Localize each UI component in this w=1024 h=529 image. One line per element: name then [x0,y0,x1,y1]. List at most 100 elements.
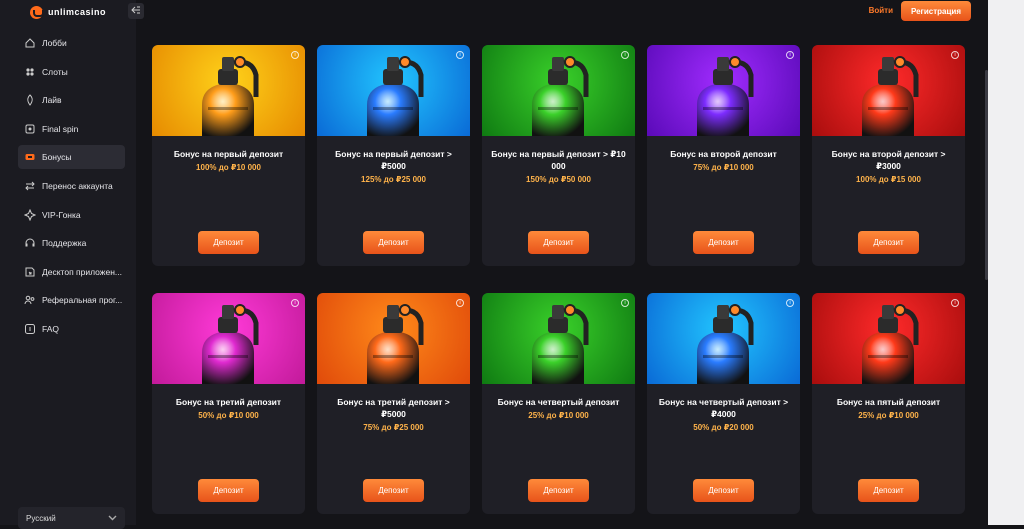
bonus-icon [24,151,36,163]
bonus-title: Бонус на второй депозит > ₽3000 [831,149,946,171]
sidebar-item-label: Final spin [42,123,79,134]
gas-canister-illustration [532,304,589,384]
sidebar-item-label: Слоты [42,66,68,77]
bonus-image[interactable]: i [482,293,635,384]
bonus-card: i Бонус на третий депозит > ₽5000 75% до ₽… [317,293,470,514]
bonus-subtitle: 50% до ₽10 000 [198,411,259,420]
bonus-card: i Бонус на первый депозит > ₽5000 125% до … [317,45,470,266]
info-icon[interactable]: i [456,51,464,59]
deposit-button[interactable]: Депозит [198,231,259,254]
bonus-image[interactable]: i [482,45,635,136]
info-icon[interactable]: i [291,299,299,307]
bonus-image[interactable]: i [152,293,305,384]
bonus-subtitle: 100% до ₽10 000 [196,163,261,172]
info-icon[interactable]: i [456,299,464,307]
info-icon[interactable]: i [621,299,629,307]
bonus-image[interactable]: i [647,293,800,384]
sidebar-item-5[interactable]: Перенос аккаунта [18,174,125,198]
vip-icon [24,208,36,221]
bonus-subtitle: 75% до ₽25 000 [363,423,424,432]
bonus-subtitle: 150% до ₽50 000 [526,175,591,184]
gas-canister-illustration [697,56,754,136]
window-edge [988,0,1024,525]
bonus-subtitle: 25% до ₽10 000 [858,411,919,420]
bonus-image[interactable]: i [812,45,965,136]
sidebar-item-label: Лобби [42,38,67,48]
sidebar-item-10[interactable]: FAQ [18,317,125,341]
bonus-card: i Бонус на четвертый депозит 25% до ₽10 00… [482,293,635,514]
deposit-button[interactable]: Депозит [528,479,589,502]
sidebar-item-label: Поддержка [42,238,87,249]
deposit-button[interactable]: Депозит [858,479,919,502]
bonus-card: i Бонус на первый депозит 100% до ₽10 000 Д… [152,45,305,266]
bonus-image[interactable]: i [317,293,470,384]
sidebar-item-4[interactable]: Бонусы [18,145,125,170]
bonus-image[interactable]: i [812,293,965,384]
info-icon[interactable]: i [291,51,299,59]
language-select[interactable]: Русский [18,507,125,529]
bonus-image[interactable]: i [152,45,305,136]
sidebar-item-3[interactable]: Final spin [18,117,125,141]
deposit-button[interactable]: Депозит [693,231,754,254]
sidebar-item-7[interactable]: Поддержка [18,231,125,255]
sidebar-item-0[interactable]: Лобби [18,31,125,55]
collapse-sidebar-button[interactable] [128,3,144,19]
gas-canister-illustration [202,56,259,136]
info-icon[interactable]: i [951,51,959,59]
logo[interactable]: unlimcasino [30,5,106,19]
bonus-card: i Бонус на первый депозит > ₽10 000 150% д… [482,45,635,266]
bonus-card: i Бонус на четвертый депозит > ₽4000 50% д… [647,293,800,514]
deposit-button[interactable]: Депозит [693,479,754,502]
deposit-button[interactable]: Депозит [363,479,424,502]
sidebar-item-label: Десктоп приложен... [42,266,122,277]
bonus-title: Бонус на третий депозит > ₽5000 [337,397,450,419]
slots-icon [24,66,36,78]
deposit-button[interactable]: Депозит [363,231,424,254]
language-label: Русский [26,513,56,523]
gas-canister-illustration [202,304,259,384]
deposit-button[interactable]: Депозит [858,231,919,254]
bonus-subtitle: 125% до ₽25 000 [361,175,426,184]
deposit-button[interactable]: Депозит [528,231,589,254]
chevron-down-icon [108,514,117,523]
logo-text: unlimcasino [48,7,107,17]
spin-icon [24,123,36,135]
sidebar-item-1[interactable]: Слоты [18,60,125,84]
sidebar-item-6[interactable]: VIP-Гонка [18,203,125,227]
sidebar-item-2[interactable]: Лайв [18,88,125,112]
deposit-button[interactable]: Депозит [198,479,259,502]
bonus-card: i Бонус на третий депозит 50% до ₽10 000 Де… [152,293,305,514]
info-icon[interactable]: i [621,51,629,59]
bonus-title: Бонус на третий депозит [175,397,282,407]
sidebar-item-label: Реферальная прог... [42,295,123,306]
referral-icon [24,294,36,306]
bonus-subtitle: 75% до ₽10 000 [693,163,754,172]
bonus-subtitle: 50% до ₽20 000 [693,423,754,432]
collapse-sidebar-icon [131,6,141,16]
gas-canister-illustration [532,56,589,136]
gas-canister-illustration [862,56,919,136]
bonus-image[interactable]: i [647,45,800,136]
info-icon[interactable]: i [786,299,794,307]
faq-icon [24,323,36,335]
sidebar-nav: Лобби Слоты Лайв Final spin Бонусы Перенос ак… [18,31,125,346]
bonus-subtitle: 25% до ₽10 000 [528,411,589,420]
sidebar-item-label: Перенос аккаунта [42,180,113,191]
bonus-subtitle: 100% до ₽15 000 [856,175,921,184]
logo-icon [30,5,44,19]
bonus-card: i Бонус на пятый депозит 25% до ₽10 000 Деп… [812,293,965,514]
bonus-card: i Бонус на второй депозит > ₽3000 100% до … [812,45,965,266]
sidebar-item-9[interactable]: Реферальная прог... [18,288,125,312]
bonus-title: Бонус на второй депозит [670,149,777,159]
sidebar-item-8[interactable]: Десктоп приложен... [18,260,125,284]
live-icon [24,94,36,107]
bonus-image[interactable]: i [317,45,470,136]
gas-canister-illustration [862,304,919,384]
info-icon[interactable]: i [951,299,959,307]
sidebar-item-label: Лайв [42,95,62,106]
info-icon[interactable]: i [786,51,794,59]
bonus-title: Бонус на четвертый депозит [497,397,620,407]
sidebar: unlimcasino Лобби Слоты Лайв Final spin Бону… [0,0,136,529]
bonus-title: Бонус на первый депозит > ₽10 000 [491,149,626,171]
support-icon [24,237,36,249]
